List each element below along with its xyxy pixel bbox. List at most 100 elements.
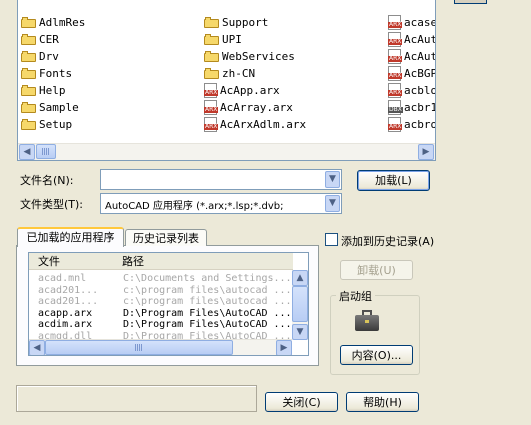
- folder-icon: [204, 16, 219, 28]
- folder-icon: [21, 50, 36, 62]
- file-item-label: AcApp.arx: [220, 83, 280, 97]
- file-item-label: AcAut: [404, 49, 436, 63]
- filename-dropdown-arrow-icon[interactable]: ▼: [325, 171, 340, 188]
- loaded-apps-list[interactable]: 文件 路径 acad.mnl C:\Documents and Settings.…: [28, 252, 309, 356]
- tab-history-list[interactable]: 历史记录列表: [125, 229, 207, 246]
- help-button[interactable]: 帮助(H): [346, 392, 419, 412]
- app-row-file[interactable]: acad201...: [38, 285, 98, 297]
- filetype-dropdown-arrow-icon[interactable]: ▼: [325, 195, 340, 212]
- app-row-path[interactable]: D:\Program Files\AutoCAD ...: [123, 308, 292, 320]
- arx-file-icon: ARX: [204, 99, 219, 115]
- file-list-horizontal-scrollbar[interactable]: ◀ ▶: [18, 143, 435, 160]
- arx-file-icon: ARX: [388, 14, 403, 30]
- scroll-thumb[interactable]: [36, 144, 56, 159]
- file-list-item[interactable]: Fonts: [21, 65, 72, 81]
- tab-loaded-apps[interactable]: 已加载的应用程序: [17, 227, 124, 247]
- file-item-label: Fonts: [39, 66, 73, 80]
- file-list-item[interactable]: Support: [204, 14, 268, 30]
- file-item-label: AcArxAdlm.arx: [220, 117, 307, 131]
- file-item-label: Help: [39, 83, 66, 97]
- arx-file-icon: ARX: [388, 82, 403, 98]
- status-box: [16, 385, 257, 412]
- file-list-item[interactable]: ARX AcAut: [388, 31, 436, 47]
- column-header-path[interactable]: 路径: [113, 253, 293, 270]
- app-row-path[interactable]: D:\Program Files\AutoCAD ...: [123, 319, 292, 331]
- file-browser-list[interactable]: AdlmRes CER Drv Fonts Help Sample Setup Support…: [17, 0, 436, 161]
- filename-combobox[interactable]: ▼: [100, 169, 342, 190]
- folder-icon: [204, 50, 219, 62]
- scroll-right-button[interactable]: ▶: [418, 144, 434, 160]
- file-list-item[interactable]: ARX AcArxAdlm.arx: [204, 116, 306, 132]
- file-list-item[interactable]: WebServices: [204, 48, 295, 64]
- arx-file-icon: ARX: [388, 116, 403, 132]
- file-list-item[interactable]: DBX acbr1: [388, 99, 436, 115]
- app-row-path[interactable]: c:\program files\autocad ...: [123, 296, 292, 308]
- file-item-label: AcArray.arx: [220, 100, 293, 114]
- file-list-item[interactable]: ARX acase: [388, 14, 435, 30]
- add-to-history-label[interactable]: 添加到历史记录(A): [341, 233, 434, 249]
- load-button[interactable]: 加载(L): [357, 170, 430, 191]
- folder-icon: [21, 16, 36, 28]
- file-list-item[interactable]: Sample: [21, 99, 79, 115]
- scroll-down-button[interactable]: ▼: [292, 324, 308, 340]
- file-list-item[interactable]: UPI: [204, 31, 242, 47]
- filetype-combobox[interactable]: AutoCAD 应用程序 (*.arx;*.lsp;*.dvb; ▼: [100, 193, 342, 214]
- file-list-item[interactable]: Setup: [21, 116, 72, 132]
- file-list-item[interactable]: ARX AcAut: [388, 48, 436, 64]
- file-item-label: UPI: [222, 32, 242, 46]
- apps-horizontal-scrollbar[interactable]: ◀ ▶: [29, 339, 292, 355]
- file-item-label: WebServices: [222, 49, 295, 63]
- scroll-left-button[interactable]: ◀: [19, 144, 35, 160]
- app-row-file[interactable]: acad.mnl: [38, 273, 86, 285]
- scroll-right-button[interactable]: ▶: [276, 340, 292, 355]
- file-list-item[interactable]: AdlmRes: [21, 14, 85, 30]
- file-list-item[interactable]: ARX AcBGP: [388, 65, 436, 81]
- file-list-item[interactable]: ARX AcApp.arx: [204, 82, 280, 98]
- file-list-item[interactable]: zh-CN: [204, 65, 255, 81]
- add-to-history-checkbox[interactable]: [325, 233, 338, 246]
- unload-button[interactable]: 卸载(U): [340, 260, 413, 280]
- file-list-item[interactable]: Help: [21, 82, 66, 98]
- app-row-file[interactable]: acapp.arx: [38, 308, 92, 320]
- scroll-left-button[interactable]: ◀: [29, 340, 45, 355]
- file-item-label: Support: [222, 15, 269, 29]
- file-item-label: zh-CN: [222, 66, 256, 80]
- file-list-item[interactable]: ARX AcArray.arx: [204, 99, 293, 115]
- arx-file-icon: ARX: [388, 48, 403, 64]
- app-row-file[interactable]: acad201...: [38, 296, 98, 308]
- file-list-item[interactable]: CER: [21, 31, 59, 47]
- arx-file-icon: ARX: [204, 116, 219, 132]
- file-list-item[interactable]: Drv: [21, 48, 59, 64]
- app-row-path[interactable]: c:\program files\autocad ...: [123, 285, 292, 297]
- file-list-item[interactable]: ARX acbro: [388, 116, 435, 132]
- app-row-path[interactable]: C:\Documents and Settings...: [123, 273, 292, 285]
- vertical-scroll-thumb[interactable]: [292, 286, 308, 322]
- arx-file-icon: ARX: [204, 82, 219, 98]
- contents-button[interactable]: 内容(O)...: [340, 345, 413, 365]
- column-header-file[interactable]: 文件: [29, 253, 113, 270]
- folder-icon: [204, 67, 219, 79]
- file-item-label: AcAut: [404, 32, 436, 46]
- cut-off-button[interactable]: [454, 0, 487, 4]
- app-row-file[interactable]: acdim.arx: [38, 319, 92, 331]
- scroll-thumb[interactable]: [45, 340, 233, 355]
- dbx-file-icon: DBX: [388, 99, 403, 115]
- folder-icon: [21, 84, 36, 96]
- folder-icon: [21, 67, 36, 79]
- file-list-item[interactable]: ARX acblo: [388, 82, 436, 98]
- scroll-up-button[interactable]: ▲: [292, 270, 308, 286]
- file-item-label: AdlmRes: [39, 15, 86, 29]
- file-item-label: AcBGP: [404, 66, 436, 80]
- close-button[interactable]: 关闭(C): [265, 392, 338, 412]
- filetype-label: 文件类型(T):: [20, 198, 84, 211]
- apps-vertical-scrollbar[interactable]: ▲ ▼: [292, 270, 308, 340]
- filename-label: 文件名(N):: [20, 174, 74, 187]
- file-item-label: Sample: [39, 100, 79, 114]
- arx-file-icon: ARX: [388, 31, 403, 47]
- file-item-label: Drv: [39, 49, 59, 63]
- file-item-label: acblo: [404, 83, 436, 97]
- folder-icon: [21, 101, 36, 113]
- arx-file-icon: ARX: [388, 65, 403, 81]
- file-item-label: acbr1: [404, 100, 436, 114]
- file-item-label: CER: [39, 32, 59, 46]
